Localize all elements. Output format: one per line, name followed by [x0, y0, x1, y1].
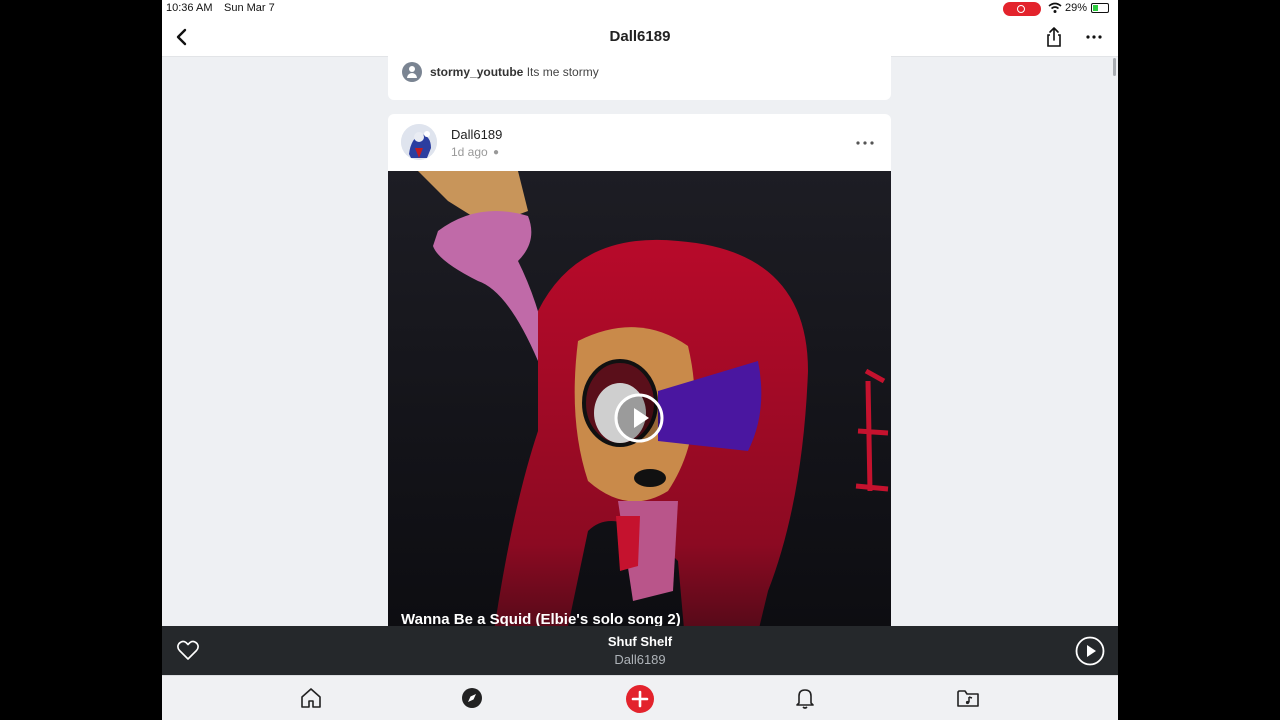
share-icon[interactable] [1044, 26, 1064, 48]
create-icon[interactable] [626, 685, 654, 713]
play-video-icon[interactable] [614, 393, 664, 443]
avatar-image [401, 124, 437, 160]
more-options-icon[interactable] [1084, 26, 1104, 48]
battery-icon [1091, 3, 1109, 13]
mini-player[interactable]: Shuf Shelf Dall6189 [162, 626, 1118, 675]
notifications-icon[interactable] [793, 686, 817, 710]
default-avatar-icon[interactable] [402, 62, 422, 82]
status-time: 10:36 AM [166, 2, 213, 14]
comment-text-line: stormy_youtube Its me stormy [430, 65, 599, 79]
now-playing-artist[interactable]: Dall6189 [162, 652, 1118, 667]
explore-icon[interactable] [460, 686, 484, 710]
post-more-options-icon[interactable] [855, 140, 875, 146]
play-icon[interactable] [1075, 636, 1105, 666]
page-title: Dall6189 [609, 28, 671, 45]
app-screen: 10:36 AM Sun Mar 7 29% Dall6189 stormy_y… [162, 0, 1118, 720]
comment-username[interactable]: stormy_youtube [430, 65, 523, 79]
battery-percent: 29% [1065, 2, 1088, 14]
apple-icon: ● [493, 147, 500, 158]
home-icon[interactable] [299, 686, 323, 710]
library-icon[interactable] [956, 686, 980, 710]
now-playing-title[interactable]: Shuf Shelf [162, 634, 1118, 649]
comment-card: stormy_youtube Its me stormy [388, 46, 891, 100]
user-avatar[interactable] [401, 124, 437, 160]
status-date: Sun Mar 7 [224, 2, 275, 14]
bottom-tab-bar [162, 675, 1118, 720]
post-card: Dall6189 1d ago ● Wanna Be a Squid (Elbi… [388, 114, 891, 674]
scrollbar[interactable] [1113, 58, 1116, 76]
video-player[interactable]: Wanna Be a Squid (Elbie's solo song 2) [388, 171, 891, 674]
post-username[interactable]: Dall6189 [451, 127, 502, 142]
comment-body: Its me stormy [526, 65, 599, 79]
wifi-icon [1048, 2, 1062, 13]
status-bar: 10:36 AM Sun Mar 7 29% [162, 0, 1118, 18]
post-timestamp: 1d ago [451, 145, 488, 159]
screen-recording-icon [1003, 2, 1041, 16]
